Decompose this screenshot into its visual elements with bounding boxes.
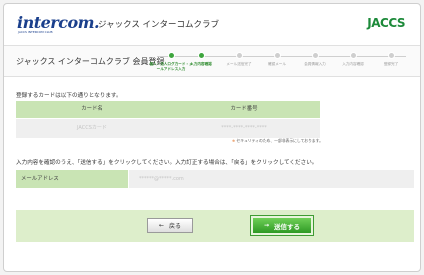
header-card-name: カード名 bbox=[81, 106, 103, 112]
back-button[interactable]: ← 戻る bbox=[147, 218, 193, 233]
step-dot bbox=[235, 52, 243, 59]
header-card-number: カード番号 bbox=[230, 106, 258, 112]
step-dot bbox=[387, 52, 395, 59]
card-table-header: カード名 カード番号 bbox=[16, 101, 320, 118]
title-bar: ジャックス インターコムクラブ 会員登録 個人・法人ログ力ード・メールアドレス入… bbox=[4, 45, 420, 77]
instruction-text: 入力内容を確認のうえ、「送信する」をクリックしてください。入力訂正する場合は、「… bbox=[16, 160, 318, 166]
table-row: JACCSカード ****-****-****-**** bbox=[16, 119, 320, 138]
card-name-value: JACCSカード bbox=[77, 125, 107, 131]
logo-subtitle: JACCS INTERCOM CLUB bbox=[18, 30, 53, 34]
send-button[interactable]: → 送信する bbox=[250, 215, 314, 236]
back-button-label: 戻る bbox=[169, 223, 182, 230]
header: intercom. JACCS INTERCOM CLUB ジャックス インター… bbox=[4, 4, 420, 44]
club-name: ジャックス インターコムクラブ bbox=[98, 20, 220, 30]
intercom-logo[interactable]: intercom. JACCS INTERCOM CLUB bbox=[17, 13, 100, 34]
intro-text: 登録するカードは以下の通りとなります。 bbox=[16, 93, 122, 99]
progress-steps: 個人・法人ログ力ード・メールアドレス入力 入力内容確認 メール送信完了 確認メー… bbox=[149, 52, 414, 74]
email-value: ******@*****.com bbox=[129, 170, 414, 188]
card-number-value: ****-****-****-**** bbox=[221, 125, 267, 131]
note-mark: ※ bbox=[232, 138, 236, 143]
step-dot bbox=[311, 52, 319, 59]
step-dot bbox=[197, 52, 205, 59]
step-7: 登録完了 bbox=[369, 52, 413, 67]
step-label: 登録完了 bbox=[383, 62, 399, 66]
arrow-left-icon: ← bbox=[158, 222, 164, 229]
step-dot bbox=[167, 52, 175, 59]
step-dot bbox=[273, 52, 281, 59]
jaccs-logo-text: JACCS bbox=[367, 16, 405, 30]
card-table: カード名 カード番号 JACCSカード ****-****-****-**** bbox=[16, 101, 320, 138]
arrow-right-icon: → bbox=[263, 222, 270, 229]
button-area: ← 戻る → 送信する bbox=[16, 210, 414, 242]
page-frame: intercom. JACCS INTERCOM CLUB ジャックス インター… bbox=[3, 3, 421, 272]
note-text: セキュリティのため、一部非表示にしております。 bbox=[236, 138, 323, 143]
email-row: メールアドレス ******@*****.com bbox=[16, 170, 414, 188]
security-note: ※ セキュリティのため、一部非表示にしております。 bbox=[232, 138, 323, 144]
jaccs-logo[interactable]: JACCS bbox=[367, 16, 405, 30]
step-dot bbox=[349, 52, 357, 59]
page-title: ジャックス インターコムクラブ 会員登録 bbox=[16, 57, 165, 66]
email-label: メールアドレス bbox=[16, 170, 128, 188]
send-button-label: 送信する bbox=[274, 222, 301, 231]
